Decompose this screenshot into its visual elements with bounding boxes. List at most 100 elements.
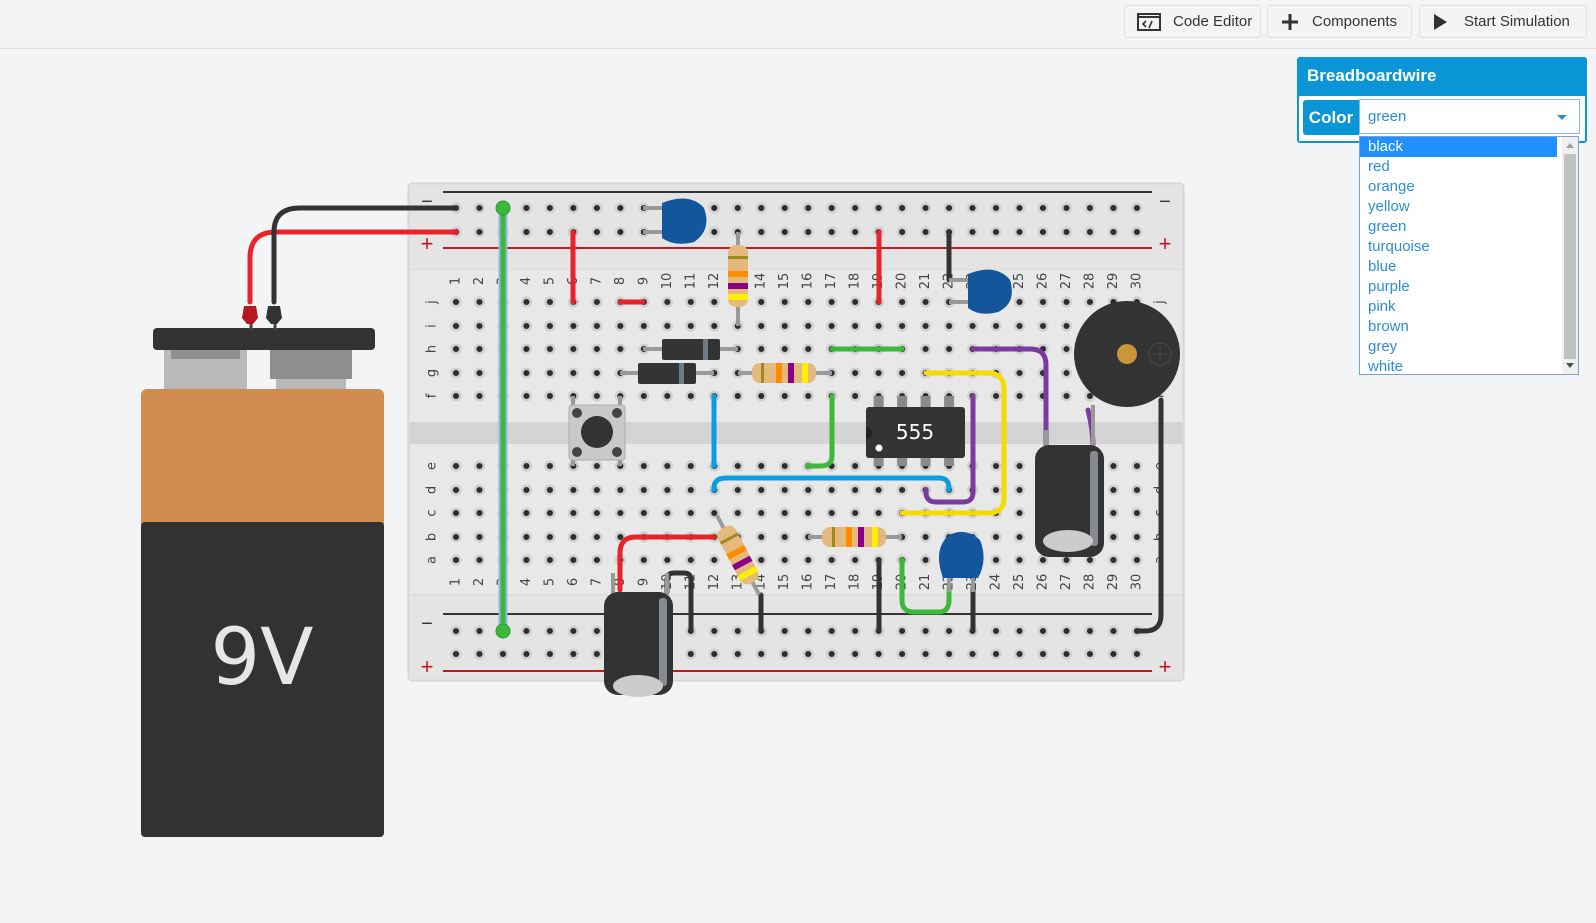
breadboard-hole[interactable] <box>544 531 556 543</box>
breadboard-hole[interactable] <box>849 484 861 496</box>
breadboard-hole[interactable] <box>520 343 532 355</box>
breadboard-hole[interactable] <box>990 484 1002 496</box>
breadboard-hole[interactable] <box>755 343 767 355</box>
battery-9v[interactable]: 9V <box>141 328 384 837</box>
breadboard-hole[interactable] <box>1013 202 1026 214</box>
breadboard-hole[interactable] <box>591 343 603 355</box>
breadboard-hole[interactable] <box>990 226 1002 238</box>
breadboard-hole[interactable] <box>661 296 673 308</box>
breadboard-hole[interactable] <box>755 226 767 238</box>
breadboard-hole[interactable] <box>708 296 720 308</box>
breadboard-hole[interactable] <box>1037 554 1049 566</box>
breadboard-hole[interactable] <box>450 320 462 332</box>
breadboard-hole[interactable] <box>473 625 486 637</box>
breadboard-hole[interactable] <box>802 226 814 238</box>
breadboard-hole[interactable] <box>708 202 720 214</box>
breadboard-hole[interactable] <box>1013 390 1026 402</box>
breadboard-hole[interactable] <box>943 625 955 637</box>
breadboard-hole[interactable] <box>826 226 838 238</box>
breadboard-hole[interactable] <box>591 648 603 660</box>
breadboard-hole[interactable] <box>920 343 932 355</box>
breadboard-hole[interactable] <box>802 554 814 566</box>
breadboard-hole[interactable] <box>567 531 579 543</box>
breadboard-hole[interactable] <box>849 320 861 332</box>
breadboard-hole[interactable] <box>1131 202 1143 214</box>
breadboard-hole[interactable] <box>661 390 673 402</box>
breadboard-hole[interactable] <box>685 554 697 566</box>
breadboard-hole[interactable] <box>638 390 650 402</box>
breadboard-hole[interactable] <box>1131 226 1143 238</box>
breadboard-hole[interactable] <box>661 460 673 472</box>
breadboard-hole[interactable] <box>614 343 626 355</box>
breadboard-hole[interactable] <box>614 484 626 496</box>
breadboard-hole[interactable] <box>1013 484 1026 496</box>
breadboard-hole[interactable] <box>826 625 838 637</box>
breadboard-hole[interactable] <box>1060 296 1073 308</box>
breadboard-hole[interactable] <box>473 202 486 214</box>
breadboard-hole[interactable] <box>755 531 767 543</box>
color-select[interactable]: green <box>1359 99 1580 134</box>
breadboard-hole[interactable] <box>1013 625 1026 637</box>
breadboard-hole[interactable] <box>520 226 532 238</box>
breadboard-hole[interactable] <box>567 367 579 379</box>
breadboard-hole[interactable] <box>473 320 486 332</box>
breadboard-hole[interactable] <box>567 484 579 496</box>
breadboard-hole[interactable] <box>450 296 462 308</box>
breadboard-hole[interactable] <box>779 343 791 355</box>
breadboard-hole[interactable] <box>638 484 650 496</box>
breadboard-hole[interactable] <box>544 554 556 566</box>
breadboard-hole[interactable] <box>708 320 720 332</box>
breadboard-hole[interactable] <box>520 202 532 214</box>
breadboard-hole[interactable] <box>520 320 532 332</box>
breadboard-hole[interactable] <box>1037 226 1049 238</box>
breadboard-hole[interactable] <box>520 367 532 379</box>
breadboard-hole[interactable] <box>591 484 603 496</box>
piezo-buzzer[interactable] <box>1074 301 1180 407</box>
color-option-green[interactable]: green <box>1360 217 1557 237</box>
breadboard-hole[interactable] <box>896 625 908 637</box>
breadboard-hole[interactable] <box>967 648 979 660</box>
breadboard-hole[interactable] <box>638 507 650 519</box>
color-option-grey[interactable]: grey <box>1360 337 1557 357</box>
breadboard-hole[interactable] <box>638 554 650 566</box>
breadboard-hole[interactable] <box>567 554 579 566</box>
breadboard-hole[interactable] <box>473 484 486 496</box>
breadboard-hole[interactable] <box>567 625 579 637</box>
breadboard-hole[interactable] <box>661 320 673 332</box>
breadboard-hole[interactable] <box>779 320 791 332</box>
breadboard-hole[interactable] <box>755 648 767 660</box>
breadboard-hole[interactable] <box>520 531 532 543</box>
breadboard-hole[interactable] <box>685 390 697 402</box>
breadboard-hole[interactable] <box>920 531 932 543</box>
breadboard-hole[interactable] <box>1013 554 1026 566</box>
breadboard-hole[interactable] <box>779 554 791 566</box>
breadboard-hole[interactable] <box>849 460 861 472</box>
breadboard-hole[interactable] <box>873 367 885 379</box>
breadboard-hole[interactable] <box>520 648 532 660</box>
breadboard-hole[interactable] <box>591 531 603 543</box>
breadboard-hole[interactable] <box>473 343 486 355</box>
breadboard-hole[interactable] <box>920 554 932 566</box>
color-option-blue[interactable]: blue <box>1360 257 1557 277</box>
breadboard-hole[interactable] <box>520 296 532 308</box>
breadboard-hole[interactable] <box>967 320 979 332</box>
breadboard-hole[interactable] <box>1013 531 1026 543</box>
breadboard-hole[interactable] <box>1131 531 1143 543</box>
breadboard-hole[interactable] <box>920 296 932 308</box>
breadboard-hole[interactable] <box>1013 226 1026 238</box>
breadboard-hole[interactable] <box>990 648 1002 660</box>
breadboard-hole[interactable] <box>544 484 556 496</box>
breadboard-hole[interactable] <box>661 507 673 519</box>
breadboard-hole[interactable] <box>732 507 744 519</box>
breadboard-hole[interactable] <box>849 390 861 402</box>
breadboard-hole[interactable] <box>591 226 603 238</box>
breadboard-hole[interactable] <box>1037 625 1049 637</box>
breadboard-hole[interactable] <box>755 202 767 214</box>
breadboard-hole[interactable] <box>732 484 744 496</box>
scrollbar-thumb[interactable] <box>1564 154 1576 359</box>
breadboard-hole[interactable] <box>779 390 791 402</box>
breadboard-hole[interactable] <box>896 226 908 238</box>
breadboard-hole[interactable] <box>591 320 603 332</box>
breadboard-hole[interactable] <box>732 390 744 402</box>
breadboard-hole[interactable] <box>450 554 462 566</box>
